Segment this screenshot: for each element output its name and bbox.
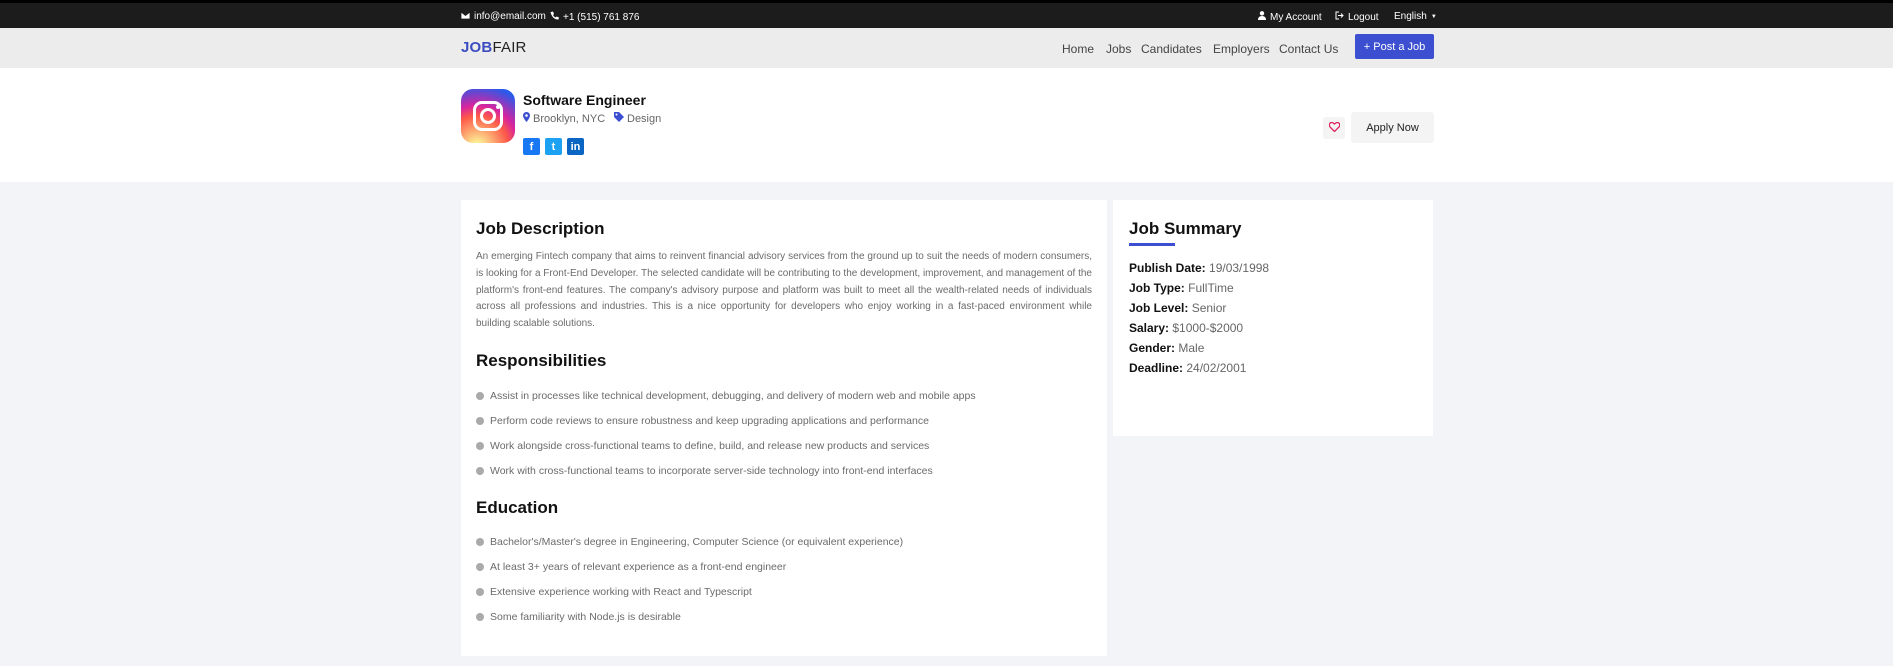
language-label: English	[1394, 11, 1427, 22]
heart-icon	[1328, 119, 1340, 137]
job-location: Brooklyn, NYC	[523, 112, 605, 125]
nav-employers[interactable]: Employers	[1213, 42, 1270, 56]
logout-link[interactable]: Logout	[1335, 11, 1379, 23]
phone-text: +1 (515) 761 876	[563, 11, 640, 23]
list-item-text: Assist in processes like technical devel…	[490, 390, 976, 402]
email-text: info@email.com	[474, 11, 546, 22]
list-item-text: Perform code reviews to ensure robustnes…	[490, 415, 929, 427]
bullet-icon	[476, 538, 484, 546]
summary-label: Salary:	[1129, 321, 1170, 335]
list-item: Some familiarity with Node.js is desirab…	[476, 611, 903, 636]
summary-row: Job Type: FullTime	[1129, 281, 1234, 295]
logo-brand: JOB	[461, 39, 493, 56]
language-dropdown[interactable]: English ▼	[1394, 11, 1437, 22]
bullet-icon	[476, 417, 484, 425]
location-text: Brooklyn, NYC	[533, 112, 606, 125]
job-details-card: Job Description An emerging Fintech comp…	[461, 200, 1107, 656]
list-item-text: Some familiarity with Node.js is desirab…	[490, 611, 681, 623]
list-item-text: At least 3+ years of relevant experience…	[490, 561, 787, 573]
bullet-icon	[476, 588, 484, 596]
category-text: Design	[627, 112, 662, 125]
phone-contact[interactable]: +1 (515) 761 876	[550, 11, 639, 23]
summary-row: Salary: $1000-$2000	[1129, 321, 1243, 335]
apply-now-button[interactable]: Apply Now	[1351, 112, 1434, 143]
list-item-text: Work with cross-functional teams to inco…	[490, 465, 933, 477]
bullet-icon	[476, 442, 484, 450]
summary-value: FullTime	[1188, 281, 1234, 295]
list-item: At least 3+ years of relevant experience…	[476, 561, 903, 586]
job-summary-heading: Job Summary	[1129, 219, 1242, 238]
bullet-icon	[476, 392, 484, 400]
site-logo[interactable]: JOBFAIR	[461, 39, 527, 56]
post-job-button[interactable]: + Post a Job	[1355, 34, 1434, 59]
envelope-icon	[460, 11, 471, 22]
job-header: Software Engineer Brooklyn, NYC Design f…	[0, 68, 1893, 182]
list-item: Perform code reviews to ensure robustnes…	[476, 415, 976, 440]
summary-label: Job Type:	[1129, 281, 1185, 295]
job-category: Design	[614, 112, 661, 125]
job-title: Software Engineer	[523, 92, 646, 108]
bullet-icon	[476, 613, 484, 621]
facebook-icon[interactable]: f	[523, 138, 540, 155]
nav-home[interactable]: Home	[1062, 42, 1094, 56]
education-list: Bachelor's/Master's degree in Engineerin…	[476, 536, 903, 636]
list-item: Extensive experience working with React …	[476, 586, 903, 611]
my-account-label: My Account	[1270, 11, 1322, 23]
logout-label: Logout	[1348, 11, 1379, 23]
map-marker-icon	[523, 112, 530, 125]
caret-down-icon: ▼	[1430, 13, 1437, 20]
heading-underline	[1129, 243, 1175, 246]
summary-row: Deadline: 24/02/2001	[1129, 361, 1246, 375]
list-item: Work with cross-functional teams to inco…	[476, 465, 976, 490]
summary-label: Publish Date:	[1129, 261, 1206, 275]
twitter-icon[interactable]: t	[545, 138, 562, 155]
instagram-logo-icon	[461, 89, 515, 143]
list-item-text: Work alongside cross-functional teams to…	[490, 440, 930, 452]
list-item-text: Bachelor's/Master's degree in Engineerin…	[490, 536, 904, 548]
job-description-text: An emerging Fintech company that aims to…	[476, 251, 1092, 330]
job-description-heading: Job Description	[476, 219, 605, 238]
list-item-text: Extensive experience working with React …	[490, 586, 752, 598]
my-account-link[interactable]: My Account	[1258, 11, 1322, 23]
top-bar: info@email.com +1 (515) 761 876 My Accou…	[0, 0, 1893, 28]
logo-text: FAIR	[492, 39, 527, 56]
phone-icon	[550, 11, 559, 23]
summary-value: Senior	[1191, 301, 1227, 315]
list-item: Work alongside cross-functional teams to…	[476, 440, 976, 465]
summary-value: $1000-$2000	[1172, 321, 1244, 335]
tag-icon	[614, 112, 624, 125]
nav-jobs[interactable]: Jobs	[1106, 42, 1131, 56]
list-item: Bachelor's/Master's degree in Engineerin…	[476, 536, 903, 561]
main-navbar: JOBFAIR Home Jobs Candidates Employers C…	[0, 28, 1893, 68]
summary-row: Gender: Male	[1129, 341, 1204, 355]
education-heading: Education	[476, 498, 559, 517]
nav-contact-us[interactable]: Contact Us	[1279, 42, 1338, 56]
summary-label: Gender:	[1129, 341, 1176, 355]
summary-value: Male	[1178, 341, 1205, 355]
nav-candidates[interactable]: Candidates	[1141, 42, 1202, 56]
list-item: Assist in processes like technical devel…	[476, 390, 976, 415]
user-icon	[1258, 11, 1266, 23]
summary-value: 24/02/2001	[1186, 361, 1247, 375]
summary-value: 19/03/1998	[1209, 261, 1270, 275]
bullet-icon	[476, 563, 484, 571]
responsibilities-list: Assist in processes like technical devel…	[476, 390, 976, 490]
summary-row: Publish Date: 19/03/1998	[1129, 261, 1269, 275]
favorite-button[interactable]	[1323, 117, 1345, 139]
responsibilities-heading: Responsibilities	[476, 351, 607, 370]
email-contact[interactable]: info@email.com	[460, 11, 546, 22]
job-summary-card: Job Summary Publish Date: 19/03/1998 Job …	[1113, 200, 1433, 436]
linkedin-icon[interactable]: in	[567, 138, 584, 155]
summary-row: Job Level: Senior	[1129, 301, 1226, 315]
summary-label: Deadline:	[1129, 361, 1184, 375]
summary-label: Job Level:	[1129, 301, 1189, 315]
bullet-icon	[476, 467, 484, 475]
logout-icon	[1335, 11, 1344, 23]
